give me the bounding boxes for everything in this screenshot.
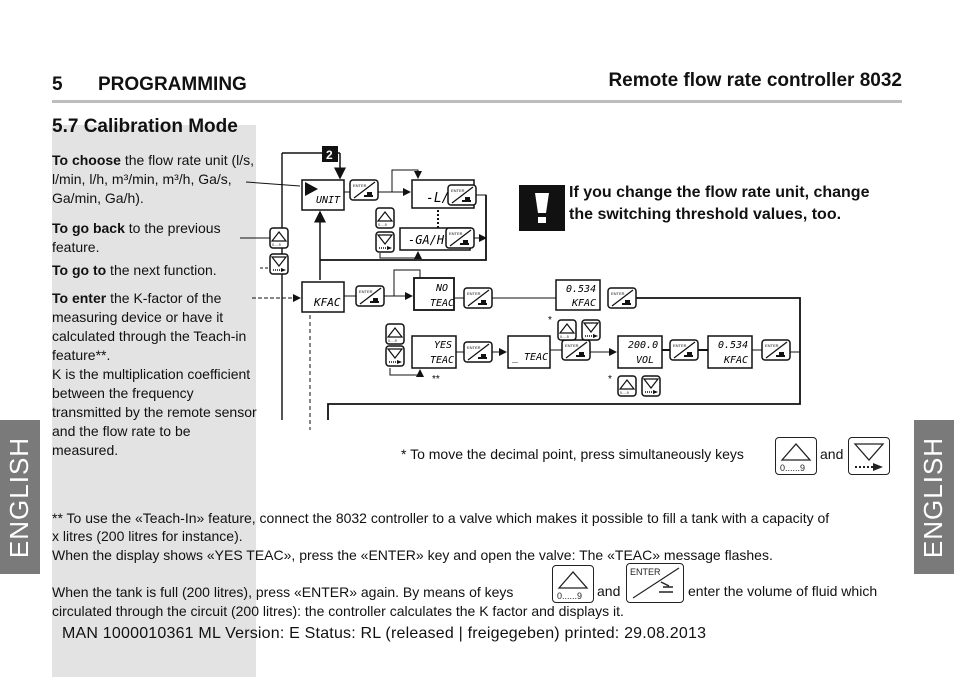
svg-text:0......9: 0......9	[557, 591, 582, 601]
up-key-icon: 0......9	[775, 437, 817, 475]
language-tab-left: ENGLISH	[0, 420, 40, 574]
label-back-bold: To go back	[52, 220, 125, 236]
star-note: *	[548, 315, 552, 326]
language-tab-label: ENGLISH	[4, 436, 35, 558]
teach-in-note-line5: circulated through the circuit (200 litr…	[52, 603, 624, 619]
enter-key-icon: ENTER	[626, 563, 684, 603]
label-go-to: To go to the next function.	[52, 261, 257, 280]
down-key-icon	[848, 437, 890, 475]
display-vol-line1: 200.0	[628, 340, 658, 351]
label-choose: To choose the flow rate unit (l/s, l/min…	[52, 151, 257, 208]
teach-in-note-line4a: When the tank is full (200 litres), pres…	[52, 584, 514, 600]
header-divider	[52, 100, 902, 103]
product-title: Remote flow rate controller 8032	[608, 70, 902, 91]
display-teac-text: _ TEAC	[512, 352, 548, 363]
svg-text:ENTER: ENTER	[630, 567, 661, 577]
label-k-definition: K is the multiplication coefficient betw…	[52, 366, 257, 458]
label-enter: To enter the K-factor of the measuring d…	[52, 289, 257, 365]
display-no-teac-line2: TEAC	[430, 298, 454, 309]
label-choose-bold: To choose	[52, 152, 121, 168]
svg-text:0......9: 0......9	[780, 463, 805, 473]
star-note: *	[608, 374, 612, 385]
display-vol-line2: VOL	[636, 355, 654, 366]
label-enter-bold: To enter	[52, 290, 107, 306]
display-yes-teac-line2: TEAC	[430, 355, 454, 366]
display-kfac-text: KFAC	[313, 296, 341, 309]
language-tab-right: ENGLISH	[914, 420, 954, 574]
chapter-number: 5	[52, 74, 63, 95]
teach-in-note-and: and	[597, 583, 621, 599]
programming-flow-diagram: ENTER 0.....9 2 UNIT -L/S -GA/H KFAC NO …	[240, 146, 801, 430]
chapter-title: PROGRAMMING	[98, 74, 247, 95]
up-key-icon: 0......9	[552, 565, 594, 603]
teach-in-note-line4c: enter the volume of fluid which	[688, 583, 878, 599]
double-star-note: **	[432, 374, 440, 385]
document-footer: MAN 1000010361 ML Version: E Status: RL …	[62, 625, 707, 642]
display-gah-text: -GA/H	[408, 233, 445, 247]
step-badge-label: 2	[326, 148, 333, 162]
language-tab-label: ENGLISH	[918, 436, 949, 558]
display-kfac-value-line1: 0.534	[566, 284, 596, 295]
label-goto-bold: To go to	[52, 262, 107, 278]
display-yes-teac-line1: YES	[434, 340, 452, 351]
teach-in-note-line2: x litres (200 litres for instance).	[52, 528, 243, 544]
section-title: 5.7 Calibration Mode	[52, 116, 238, 137]
display-unit-text: UNIT	[316, 195, 341, 206]
display-kfac-value-line2: KFAC	[571, 298, 596, 309]
display-kfac-result-line2: KFAC	[723, 355, 748, 366]
display-kfac-result-line1: 0.534	[718, 340, 748, 351]
display-no-teac-line1: NO	[435, 283, 448, 294]
label-goto-text: the next function.	[106, 262, 217, 278]
footnote-and: and	[820, 446, 844, 462]
label-go-back: To go back to the previous feature.	[52, 219, 257, 257]
teach-in-note-line1: ** To use the «Teach-In» feature, connec…	[52, 510, 830, 526]
footnote-decimal-point: * To move the decimal point, press simul…	[401, 446, 744, 462]
